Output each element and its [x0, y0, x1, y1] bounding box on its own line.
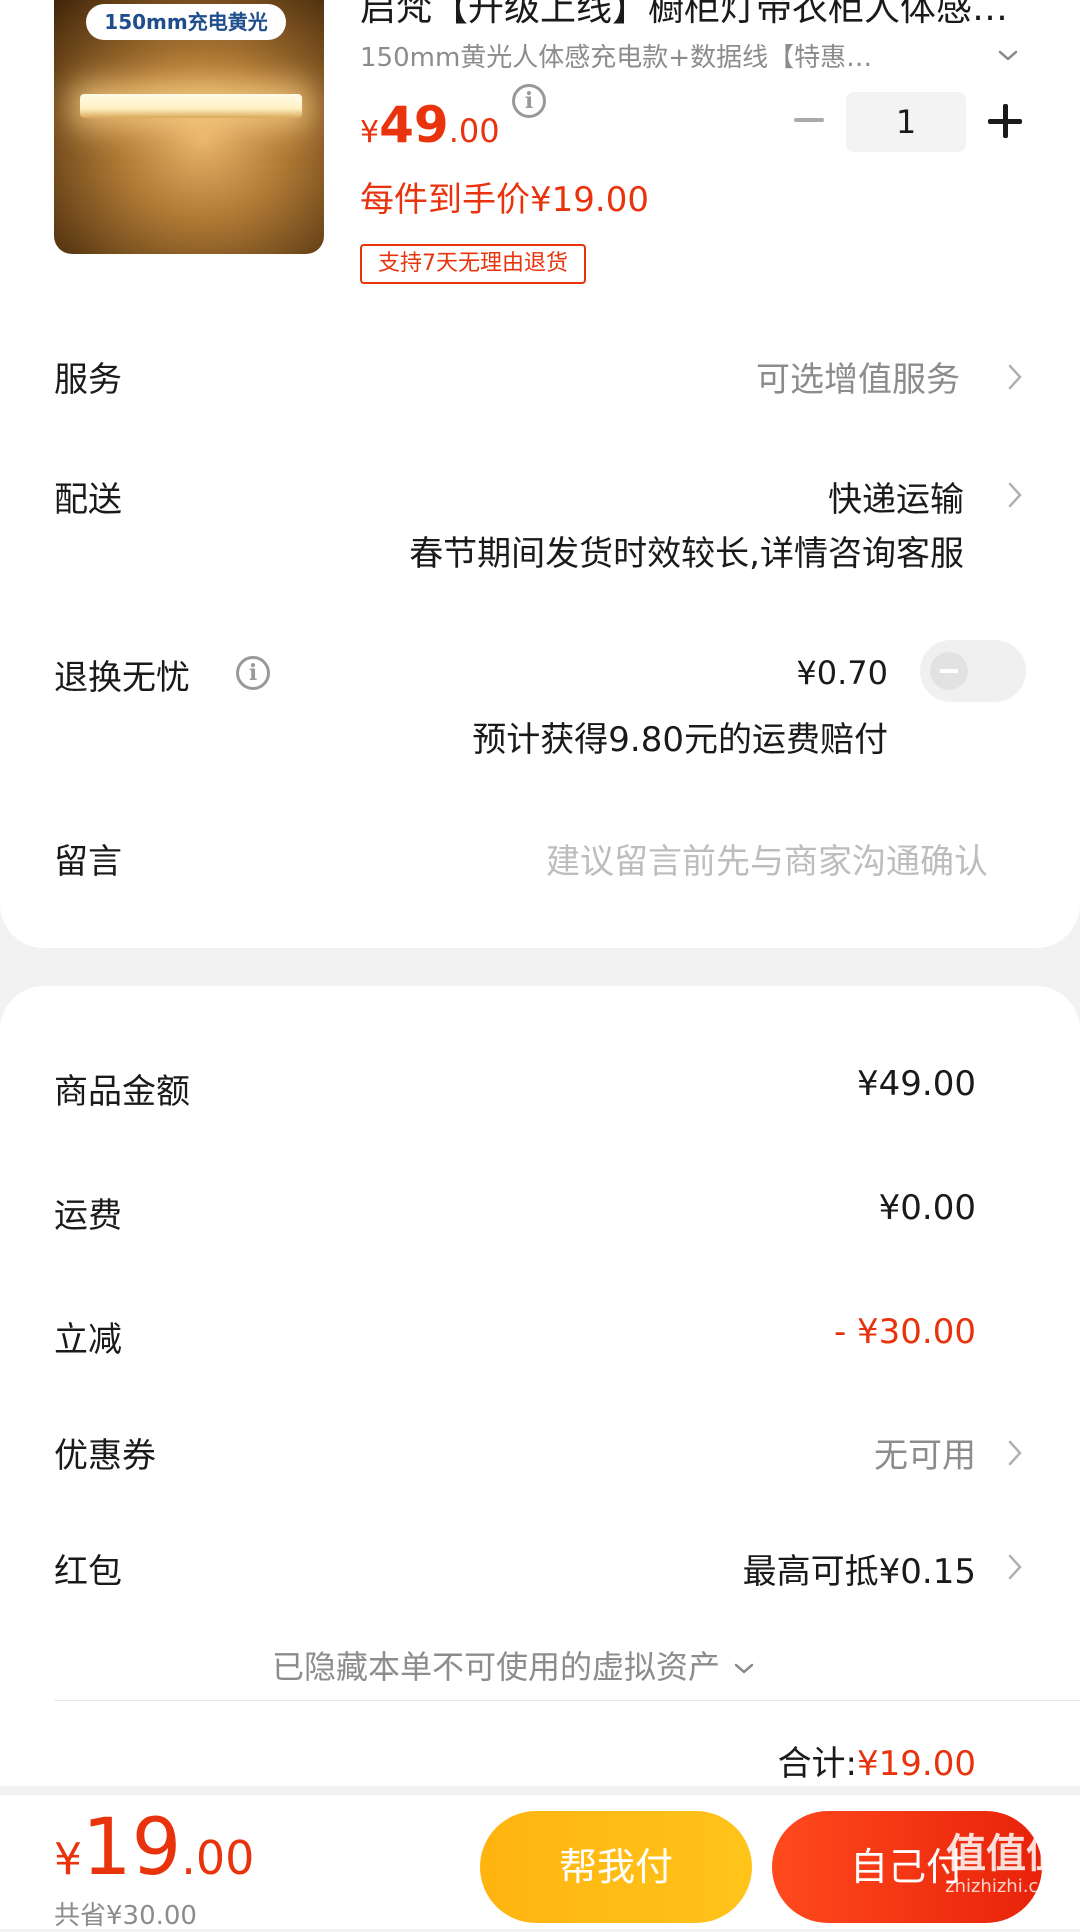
product-image[interactable]: 150mm充电黄光: [54, 0, 324, 254]
bottom-price-decimal: .00: [181, 1831, 255, 1885]
product-spec[interactable]: 150mm黄光人体感充电款+数据线【特惠…: [360, 40, 960, 76]
coupon-label: 优惠券: [54, 1436, 156, 1476]
product-title[interactable]: 启梵【升级上线】橱柜灯带衣柜人体感应灯: [360, 0, 1020, 32]
quantity-plus-button[interactable]: [988, 104, 1022, 138]
message-input[interactable]: 建议留言前先与商家沟通确认: [546, 834, 988, 883]
price-currency: ¥: [360, 115, 380, 150]
coupon-value[interactable]: 无可用: [874, 1428, 976, 1477]
return-insurance-label: 退换无忧: [54, 658, 190, 698]
price-decimal: .00: [448, 112, 500, 150]
delivery-note: 春节期间发货时效较长,详情咨询客服: [409, 534, 964, 574]
hidden-assets-toggle[interactable]: 已隐藏本单不可使用的虚拟资产: [272, 1642, 758, 1688]
divider: [54, 1700, 1080, 1701]
bottom-price-currency: ¥: [54, 1834, 82, 1885]
return-insurance-toggle[interactable]: [920, 640, 1026, 702]
total-value: ¥19.00: [857, 1744, 976, 1784]
final-unit-price: 每件到手价¥19.00: [360, 180, 649, 220]
chevron-right-icon[interactable]: [1004, 478, 1026, 512]
info-icon[interactable]: i: [236, 656, 270, 690]
chevron-right-icon[interactable]: [1004, 360, 1026, 394]
delivery-label: 配送: [54, 480, 122, 520]
quantity-minus-button[interactable]: [794, 104, 824, 134]
message-label: 留言: [54, 842, 122, 882]
shipping-value: ¥0.00: [878, 1188, 976, 1228]
watermark-url: zhizhizhi.com: [945, 1876, 1067, 1897]
hidden-assets-text: 已隐藏本单不可使用的虚拟资产: [272, 1648, 721, 1686]
help-me-pay-button[interactable]: 帮我付: [480, 1811, 752, 1923]
checkout-bar: ¥19.00 共省¥30.00 帮我付 自己付: [0, 1794, 1080, 1931]
red-packet-value[interactable]: 最高可抵¥0.15: [743, 1544, 976, 1593]
order-options-card: 150mm充电黄光 启梵【升级上线】橱柜灯带衣柜人体感应灯 150mm黄光人体感…: [0, 0, 1080, 948]
shipping-label: 运费: [54, 1196, 122, 1236]
discount-label: 立减: [54, 1320, 122, 1360]
total-label: 合计:: [777, 1744, 858, 1784]
return-insurance-note: 预计获得9.80元的运费赔付: [472, 720, 888, 760]
quantity-field[interactable]: 1: [846, 92, 966, 152]
chevron-right-icon[interactable]: [1004, 1550, 1026, 1584]
service-label: 服务: [54, 360, 122, 400]
bottom-price-integer: 19: [82, 1803, 182, 1893]
goods-amount-value: ¥49.00: [857, 1064, 976, 1104]
bottom-total-price: ¥19.00: [54, 1803, 254, 1893]
product-price: ¥49.00: [360, 96, 500, 154]
return-policy-badge: 支持7天无理由退货: [360, 244, 586, 284]
discount-value: - ¥30.00: [833, 1312, 976, 1352]
toggle-knob: [930, 652, 968, 690]
delivery-value[interactable]: 快递运输: [828, 472, 964, 521]
product-image-tag: 150mm充电黄光: [86, 4, 286, 40]
watermark-logo: 值值值 zhizhizhi.com: [936, 1832, 1076, 1898]
watermark-text: 值值值: [946, 1831, 1066, 1877]
price-integer: 49: [379, 96, 449, 154]
goods-amount-label: 商品金额: [54, 1072, 190, 1112]
return-insurance-price: ¥0.70: [796, 654, 888, 692]
chevron-right-icon[interactable]: [1004, 1436, 1026, 1470]
chevron-down-icon: [734, 1663, 754, 1674]
info-icon[interactable]: i: [512, 84, 546, 118]
service-value[interactable]: 可选增值服务: [756, 352, 960, 401]
total-saved: 共省¥30.00: [54, 1901, 197, 1931]
order-total: 合计:¥19.00: [778, 1736, 976, 1785]
red-packet-label: 红包: [54, 1552, 122, 1592]
chevron-down-icon[interactable]: [994, 42, 1022, 70]
light-bar-graphic: [80, 94, 302, 118]
